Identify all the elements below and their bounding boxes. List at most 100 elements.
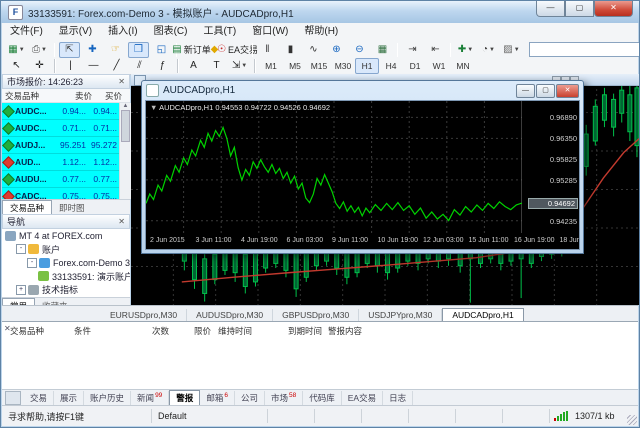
maximize-button[interactable]: ▢ xyxy=(565,1,594,17)
arrows-tool-button[interactable]: ⇲▼ xyxy=(229,58,250,74)
navigator-header[interactable]: 导航 ✕ xyxy=(2,214,130,229)
chevron-down-icon: ▼ xyxy=(41,43,47,57)
terminal-tab[interactable]: 公司 xyxy=(235,391,265,406)
market-watch-row[interactable]: AUDU...0.77...0.77... xyxy=(2,171,119,188)
resize-grip[interactable] xyxy=(627,415,637,425)
terminal-column-header[interactable]: 条件 xyxy=(74,325,91,337)
timeframe-w1-button[interactable]: W1 xyxy=(427,58,451,74)
menu-item[interactable]: 显示(V) xyxy=(51,23,100,41)
zoom-window-button[interactable]: ◱ xyxy=(151,42,172,58)
auto-scroll-button[interactable]: ⇥ xyxy=(402,42,423,58)
periods-button[interactable]: ◔▼ xyxy=(478,42,499,58)
chart-window-titlebar[interactable]: AUDCADpro,H1 — ▢ ✕ xyxy=(142,81,583,99)
terminal-tab[interactable]: 市场58 xyxy=(265,391,303,406)
chart-restore-button[interactable]: ▢ xyxy=(536,84,555,98)
menu-item[interactable]: 插入(I) xyxy=(100,23,145,41)
market-watch-row[interactable]: AUD...1.12...1.12... xyxy=(2,154,119,171)
terminal-tab[interactable]: 警报 xyxy=(169,390,200,406)
tree-item[interactable]: +技术指标 xyxy=(2,283,130,297)
trendline-tool-button[interactable]: ╱ xyxy=(106,58,127,74)
mw-column-header[interactable]: 买价 xyxy=(92,90,122,102)
new-chart-button[interactable]: ▦▼ xyxy=(6,42,27,58)
data-window-button[interactable]: ❒ xyxy=(128,42,149,58)
collapse-icon[interactable]: - xyxy=(27,258,37,268)
profiles-button[interactable]: ⎙▼ xyxy=(29,42,50,58)
menu-item[interactable]: 文件(F) xyxy=(2,23,51,41)
menu-item[interactable]: 帮助(H) xyxy=(296,23,346,41)
terminal-column-header[interactable]: 维持时间 xyxy=(218,325,252,337)
chart-plot-area[interactable]: ▼ AUDCADpro,H1 0.94553 0.94722 0.94526 0… xyxy=(145,100,580,250)
tree-item[interactable]: MT 4 at FOREX.com xyxy=(2,229,130,243)
terminal-tab[interactable]: 展示 xyxy=(54,391,84,406)
terminal-column-header[interactable]: 次数 xyxy=(152,325,169,337)
crosshair-mode-button[interactable]: ✚ xyxy=(82,42,103,58)
chart-shift-button[interactable]: ⇤ xyxy=(425,42,446,58)
line-chart-button[interactable]: ∿ xyxy=(303,42,324,58)
menu-item[interactable]: 工具(T) xyxy=(195,23,244,41)
timeframe-m30-button[interactable]: M30 xyxy=(331,58,355,74)
close-button[interactable]: ✕ xyxy=(594,1,633,17)
zoom-in-button[interactable]: ⊕ xyxy=(326,42,347,58)
label-tool-button[interactable]: T xyxy=(206,58,227,74)
terminal-tab[interactable]: EA交易 xyxy=(342,391,383,406)
indicators-button[interactable]: ✚▼ xyxy=(455,42,476,58)
mw-column-header[interactable]: 卖价 xyxy=(59,90,92,102)
terminal-column-header[interactable]: 到期时间 xyxy=(288,325,322,337)
terminal-tab[interactable]: 新闻99 xyxy=(131,391,169,406)
terminal-column-header[interactable]: 限价 xyxy=(194,325,211,337)
market-watch-row[interactable]: AUDC...0.94...0.94... xyxy=(2,103,119,120)
chart-minimize-button[interactable]: — xyxy=(516,84,535,98)
terminal-tab[interactable]: 代码库 xyxy=(303,391,342,406)
market-watch-row[interactable]: AUDC...0.71...0.71... xyxy=(2,120,119,137)
new-order-button[interactable]: ▤新订单 xyxy=(181,42,202,58)
hand-pointer-button[interactable]: ☞ xyxy=(105,42,126,58)
timeframe-m5-button[interactable]: M5 xyxy=(283,58,307,74)
chart-tab[interactable]: AUDCADpro,H1 xyxy=(442,308,523,322)
text-tool-button[interactable]: A xyxy=(183,58,204,74)
timeframe-d1-button[interactable]: D1 xyxy=(403,58,427,74)
terminal-tab[interactable]: 账户历史 xyxy=(84,391,131,406)
timeframe-m15-button[interactable]: M15 xyxy=(307,58,331,74)
market-watch-scrollbar[interactable]: ▲ xyxy=(119,103,131,199)
crosshair-tool-button[interactable]: ✛ xyxy=(29,58,50,74)
menu-item[interactable]: 窗口(W) xyxy=(244,23,296,41)
market-watch-close-icon[interactable]: ✕ xyxy=(118,77,125,86)
timeframe-m1-button[interactable]: M1 xyxy=(259,58,283,74)
chart-window-audcad[interactable]: AUDCADpro,H1 — ▢ ✕ ▼ AUDCADpro,H1 0.9455… xyxy=(141,80,584,254)
cursor-mode-button[interactable]: ⇱ xyxy=(59,42,80,58)
timeframe-h4-button[interactable]: H4 xyxy=(379,58,403,74)
hline-tool-button[interactable]: — xyxy=(83,58,104,74)
ea-trade-button[interactable]: ☉EA交易 xyxy=(227,42,248,58)
market-watch-header[interactable]: 市场报价: 14:26:23 ✕ xyxy=(2,74,130,89)
collapse-icon[interactable]: - xyxy=(16,244,26,254)
terminal-column-header[interactable]: 交易品种 xyxy=(10,325,44,337)
timeframe-mn-button[interactable]: MN xyxy=(451,58,475,74)
bars-chart-button[interactable]: ǁ xyxy=(257,42,278,58)
arrow-tool-button[interactable]: ↖ xyxy=(6,58,27,74)
tree-item[interactable]: 33133591: 演示账户 xyxy=(2,270,130,284)
terminal-tab[interactable]: 交易 xyxy=(24,391,54,406)
tile-windows-button[interactable]: ▦ xyxy=(372,42,393,58)
market-watch-row[interactable]: AUDJ...95.25195.272 xyxy=(2,137,119,154)
menu-item[interactable]: 图表(C) xyxy=(146,23,196,41)
title-bar[interactable]: F 33133591: Forex.com-Demo 3 - 模拟账户 - AU… xyxy=(1,1,639,23)
search-input[interactable] xyxy=(529,42,640,57)
tree-item[interactable]: -Forex.com-Demo 3 xyxy=(2,256,130,270)
tree-item[interactable]: -账户 xyxy=(2,243,130,257)
templates-button[interactable]: ▨▼ xyxy=(501,42,522,58)
mw-column-header[interactable]: 交易品种 xyxy=(5,90,59,102)
vline-tool-button[interactable]: | xyxy=(60,58,81,74)
channel-tool-button[interactable]: ⫽ xyxy=(129,58,150,74)
timeframe-h1-button[interactable]: H1 xyxy=(355,58,379,74)
terminal-tab[interactable]: 邮箱6 xyxy=(200,391,235,406)
expand-icon[interactable]: + xyxy=(16,285,26,295)
fibonacci-tool-button[interactable]: ƒ xyxy=(152,58,173,74)
terminal-column-header[interactable]: 警报内容 xyxy=(328,325,362,337)
chart-close-button[interactable]: ✕ xyxy=(556,84,579,98)
candles-chart-button[interactable]: ▮ xyxy=(280,42,301,58)
navigator-close-icon[interactable]: ✕ xyxy=(118,217,125,226)
zoom-out-button[interactable]: ⊖ xyxy=(349,42,370,58)
status-profile[interactable]: Default xyxy=(152,409,268,423)
terminal-tab[interactable]: 日志 xyxy=(383,391,413,406)
minimize-button[interactable]: — xyxy=(536,1,565,17)
